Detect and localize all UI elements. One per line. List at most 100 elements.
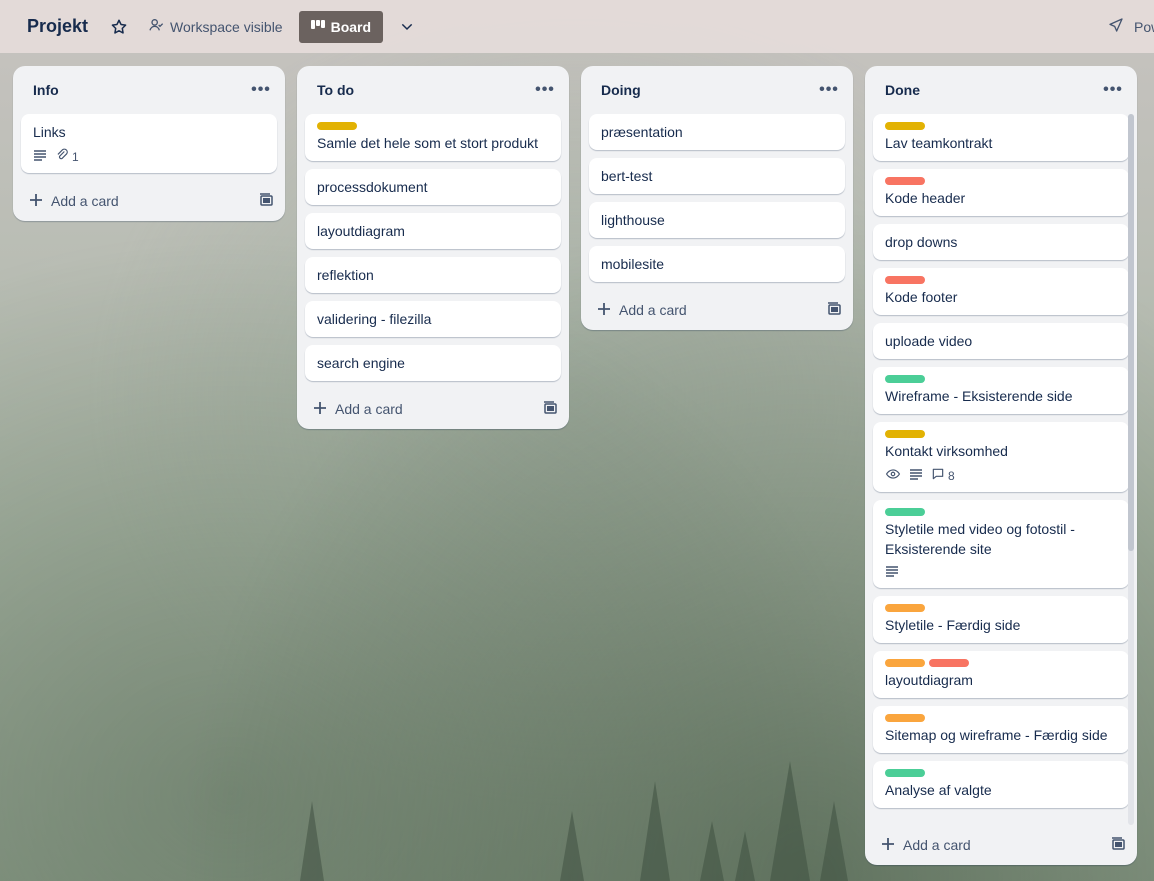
eye-icon bbox=[885, 467, 901, 484]
card[interactable]: Sitemap og wireframe - Færdig side bbox=[873, 706, 1129, 753]
list-title[interactable]: Info bbox=[33, 82, 59, 98]
star-icon[interactable] bbox=[108, 16, 130, 38]
card[interactable]: Wireframe - Eksisterende side bbox=[873, 367, 1129, 414]
card-labels bbox=[885, 276, 1117, 284]
people-icon bbox=[148, 17, 164, 36]
card[interactable]: bert-test bbox=[589, 158, 845, 194]
card-title: Kode footer bbox=[885, 289, 958, 305]
card-title: Samle det hele som et stort produkt bbox=[317, 135, 538, 151]
more-options-icon[interactable]: ••• bbox=[533, 78, 557, 102]
card[interactable]: Kode footer bbox=[873, 268, 1129, 315]
attachments-badge: 1 bbox=[55, 148, 79, 165]
card-labels bbox=[885, 714, 1117, 722]
label-orange[interactable] bbox=[885, 604, 925, 612]
card-title: mobilesite bbox=[601, 256, 665, 272]
list-header: Info ••• bbox=[13, 66, 285, 114]
card-title: bert-test bbox=[601, 168, 653, 184]
card[interactable]: layoutdiagram bbox=[305, 213, 561, 249]
card[interactable]: search engine bbox=[305, 345, 561, 381]
list-header: Doing ••• bbox=[581, 66, 853, 114]
label-green[interactable] bbox=[885, 769, 925, 777]
chevron-down-icon[interactable] bbox=[395, 15, 419, 39]
label-orange[interactable] bbox=[885, 714, 925, 722]
add-card-row: Add a card bbox=[13, 181, 285, 221]
add-card-button[interactable]: Add a card bbox=[597, 302, 687, 319]
label-yellow[interactable] bbox=[885, 122, 925, 130]
list-header: To do ••• bbox=[297, 66, 569, 114]
card[interactable]: drop downs bbox=[873, 224, 1129, 260]
card[interactable]: Kode header bbox=[873, 169, 1129, 216]
card-title: Styletile med video og fotostil - Eksist… bbox=[885, 521, 1075, 557]
card[interactable]: validering - filezilla bbox=[305, 301, 561, 337]
label-red[interactable] bbox=[885, 276, 925, 284]
visibility-label: Workspace visible bbox=[170, 18, 283, 35]
card-labels bbox=[885, 604, 1117, 612]
power-ups-label: Pow bbox=[1134, 18, 1154, 35]
list-doing: Doing ••• præsentation bert-test lighthous… bbox=[581, 66, 853, 330]
more-options-icon[interactable]: ••• bbox=[817, 78, 841, 102]
card[interactable]: Styletile med video og fotostil - Eksist… bbox=[873, 500, 1129, 588]
label-orange[interactable] bbox=[885, 659, 925, 667]
card-labels bbox=[885, 508, 1117, 516]
more-options-icon[interactable]: ••• bbox=[1101, 78, 1125, 102]
card[interactable]: uploade video bbox=[873, 323, 1129, 359]
label-yellow[interactable] bbox=[885, 430, 925, 438]
template-icon[interactable] bbox=[827, 301, 841, 319]
badge-count: 8 bbox=[948, 468, 955, 483]
card-title: processdokument bbox=[317, 179, 428, 195]
scrollbar-thumb[interactable] bbox=[1128, 114, 1134, 551]
scrollbar[interactable] bbox=[1128, 114, 1134, 825]
card-title: lighthouse bbox=[601, 212, 665, 228]
card[interactable]: processdokument bbox=[305, 169, 561, 205]
label-yellow[interactable] bbox=[317, 122, 357, 130]
card[interactable]: reflektion bbox=[305, 257, 561, 293]
list-title[interactable]: To do bbox=[317, 82, 354, 98]
card-container: præsentation bert-test lighthouse mobilesit… bbox=[581, 114, 853, 282]
template-icon[interactable] bbox=[259, 192, 273, 210]
more-options-icon[interactable]: ••• bbox=[249, 78, 273, 102]
card-badges: 1 bbox=[33, 148, 265, 165]
card-title: Lav teamkontrakt bbox=[885, 135, 993, 151]
board-icon bbox=[310, 19, 325, 35]
list-title[interactable]: Doing bbox=[601, 82, 641, 98]
label-green[interactable] bbox=[885, 508, 925, 516]
add-card-button[interactable]: Add a card bbox=[881, 837, 971, 854]
label-red[interactable] bbox=[929, 659, 969, 667]
comment-icon bbox=[931, 467, 945, 484]
template-icon[interactable] bbox=[1111, 836, 1125, 854]
card-labels bbox=[885, 769, 1117, 777]
card-title: validering - filezilla bbox=[317, 311, 432, 327]
description-icon bbox=[909, 468, 923, 483]
label-green[interactable] bbox=[885, 375, 925, 383]
card-title: Kontakt virksomhed bbox=[885, 443, 1008, 459]
card[interactable]: mobilesite bbox=[589, 246, 845, 282]
list-title[interactable]: Done bbox=[885, 82, 920, 98]
template-icon[interactable] bbox=[543, 400, 557, 418]
card[interactable]: præsentation bbox=[589, 114, 845, 150]
watching-badge bbox=[885, 467, 901, 484]
list-done: Done ••• Lav teamkontrakt Kode header drop… bbox=[865, 66, 1137, 865]
card[interactable]: Styletile - Færdig side bbox=[873, 596, 1129, 643]
card[interactable]: lighthouse bbox=[589, 202, 845, 238]
card-container: Links 1 bbox=[13, 114, 285, 173]
card-title: reflektion bbox=[317, 267, 374, 283]
card[interactable]: Analyse af valgte bbox=[873, 761, 1129, 808]
add-card-button[interactable]: Add a card bbox=[29, 193, 119, 210]
card[interactable]: Lav teamkontrakt bbox=[873, 114, 1129, 161]
card[interactable]: Links 1 bbox=[21, 114, 277, 173]
card[interactable]: layoutdiagram bbox=[873, 651, 1129, 698]
card-labels bbox=[885, 430, 1117, 438]
rocket-icon bbox=[1108, 17, 1124, 36]
card-title: layoutdiagram bbox=[317, 223, 405, 239]
card[interactable]: Kontakt virksomhed 8 bbox=[873, 422, 1129, 492]
visibility-button[interactable]: Workspace visible bbox=[148, 17, 283, 36]
label-red[interactable] bbox=[885, 177, 925, 185]
board-view-button[interactable]: Board bbox=[298, 10, 384, 43]
add-card-button[interactable]: Add a card bbox=[313, 401, 403, 418]
card-labels bbox=[885, 659, 1117, 667]
plus-icon bbox=[881, 837, 895, 854]
board-title[interactable]: Projekt bbox=[27, 16, 88, 37]
add-card-row: Add a card bbox=[865, 825, 1137, 865]
power-ups-button[interactable]: Pow bbox=[1108, 17, 1154, 36]
card[interactable]: Samle det hele som et stort produkt bbox=[305, 114, 561, 161]
